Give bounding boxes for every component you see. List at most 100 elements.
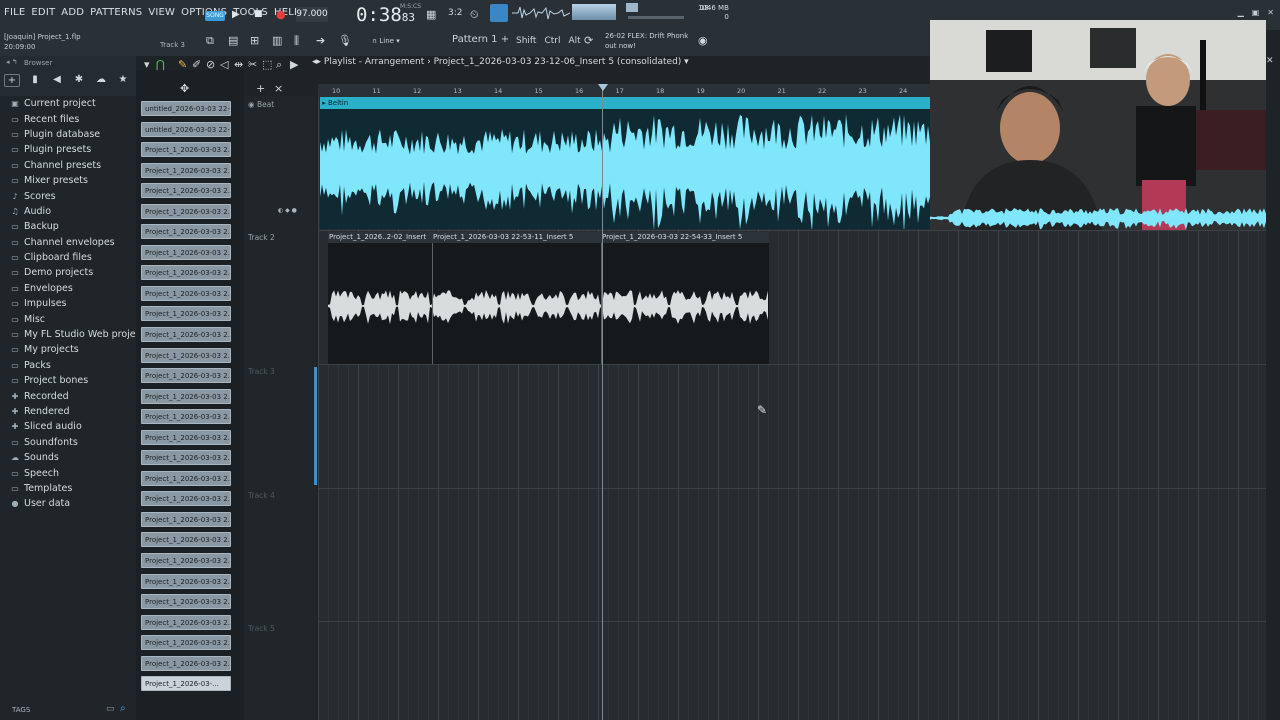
clip-item[interactable]: Project_1_2026-03-03 2... <box>141 553 231 569</box>
track-header-beat[interactable]: ◉ Beat <box>248 100 274 109</box>
clip-item[interactable]: Project_1_2026-03-03 2... <box>141 142 231 158</box>
menu-add[interactable]: ADD <box>61 7 84 18</box>
clip-item[interactable]: Project_1_2026-03-03 2... <box>141 244 231 260</box>
microphone-icon[interactable]: 🎙 <box>338 34 352 47</box>
browser-item[interactable]: ▭ My FL Studio Web projects <box>10 327 149 342</box>
clip-item[interactable]: Project_1_2026-03-03 2... <box>141 306 231 322</box>
browser-item[interactable]: ▭ Plugin database <box>10 127 150 142</box>
playlist-view-icon[interactable]: ▤ <box>228 34 238 47</box>
clip-item[interactable]: Project_1_2026-03-03 2... <box>141 491 231 507</box>
browser-plugin-icon[interactable]: ✱ <box>72 74 86 87</box>
metronome-icon[interactable] <box>490 4 508 22</box>
arrow-right-icon[interactable]: ➔ <box>316 34 325 47</box>
alt-key[interactable]: Alt <box>568 36 580 46</box>
browser-arrows-icon[interactable]: ◂ ↰ <box>6 58 18 66</box>
clip-item[interactable]: Project_1_2026-03-03 2... <box>141 450 231 466</box>
clip-item[interactable]: Project_1_2026-03-03 2... <box>141 532 231 548</box>
audio-clip-beat[interactable] <box>320 97 930 229</box>
tempo-display[interactable]: 97.000 <box>296 7 328 22</box>
playhead-marker-icon[interactable] <box>598 84 608 91</box>
browser-item[interactable]: ● User data <box>10 496 150 511</box>
draw-tool-icon[interactable]: ✎ <box>178 58 187 71</box>
remove-track-icon[interactable]: × <box>274 82 283 95</box>
browser-item[interactable]: ▭ Backup <box>10 219 150 234</box>
wait-icon[interactable]: ⏲ <box>470 8 479 22</box>
browser-item[interactable]: ♫ Audio <box>10 204 150 219</box>
browser-item[interactable]: ▭ Demo projects <box>10 265 150 280</box>
clip-item[interactable]: Project_1_2026-03-03 2... <box>141 368 231 384</box>
browser-item[interactable]: ♪ Scores <box>10 188 150 203</box>
playlist-menu-icon[interactable]: ▾ <box>144 58 150 71</box>
add-track-icon[interactable]: + <box>256 82 265 95</box>
play-icon[interactable]: ▶ <box>232 9 240 20</box>
slice-tool-icon[interactable]: ✂ <box>248 58 257 71</box>
mute-tool-icon[interactable]: ◁ <box>220 58 228 71</box>
clip-item[interactable]: Project_1_2026-03-03 2... <box>141 573 231 589</box>
beat-clip-header[interactable]: ▸ Beltin <box>320 97 930 109</box>
clip-item[interactable]: Project_1_2026-03-03 2... <box>141 635 231 651</box>
song-mode-toggle[interactable]: SONG <box>205 11 225 21</box>
browser-all-icon[interactable]: + <box>4 74 20 87</box>
plus-icon[interactable]: + <box>501 34 509 45</box>
chevron-down-icon[interactable]: ▾ <box>684 57 689 67</box>
browser-item[interactable]: ☁ Sounds <box>10 450 150 465</box>
browser-item[interactable]: ▭ Envelopes <box>10 281 150 296</box>
browser-item[interactable]: ▭ Templates <box>10 481 150 496</box>
clip-item[interactable]: Project_1_2026-03-03 2... <box>141 388 231 404</box>
browser-item[interactable]: ✚ Recorded <box>10 388 150 403</box>
clip-item[interactable]: Project_1_2026-03-03 2... <box>141 224 231 240</box>
step-icon[interactable]: 3:2 <box>448 8 462 18</box>
track-controls-icon[interactable]: ◐ ◆ ● <box>278 207 297 214</box>
snap-icon[interactable]: ⧉ <box>206 34 214 48</box>
browser-item[interactable]: ▭ Channel envelopes <box>10 235 150 250</box>
clip-item[interactable]: Project_1_2026-03-03 2... <box>141 265 231 281</box>
audio-clip-vocals[interactable] <box>328 232 769 364</box>
clip-item[interactable]: untitled_2026-03-03 22-... <box>141 101 231 116</box>
browser-item[interactable]: ▭ Mixer presets <box>10 173 150 188</box>
close-icon[interactable]: ✕ <box>1267 8 1274 17</box>
minimize-icon[interactable]: ▁ <box>1238 8 1244 17</box>
snap-mode-select[interactable]: ∩ Line ▾ <box>372 37 400 45</box>
clip-item[interactable]: Project_1_2026-03-03 2... <box>141 409 231 425</box>
slip-tool-icon[interactable]: ⇹ <box>234 58 243 71</box>
stop-icon[interactable]: ■ <box>254 9 263 19</box>
browser-item[interactable]: ✚ Sliced audio <box>10 419 150 434</box>
mixer-icon[interactable]: ⫼ <box>294 34 299 48</box>
news-icon[interactable]: ⟳ <box>584 34 593 47</box>
pattern-selector[interactable]: Pattern 1 + <box>452 34 509 45</box>
menu-patterns[interactable]: PATTERNS <box>90 7 142 18</box>
timeline-ruler[interactable]: 10 11 12 13 14 15 16 17 18 19 20 21 22 23 24 <box>318 84 930 97</box>
news-panel[interactable]: 26-02 FLEX: Drift Phonk out now! <box>605 31 688 51</box>
browser-item[interactable]: ▭ Clipboard files <box>10 250 150 265</box>
playlist-close-icon[interactable]: ✕ <box>1266 56 1280 70</box>
browser-item[interactable]: ✚ Rendered <box>10 404 150 419</box>
browser-item[interactable]: ▭ Project bones <box>10 373 150 388</box>
menu-view[interactable]: VIEW <box>148 7 175 18</box>
channel-rack-icon[interactable]: ⊞ <box>250 34 259 47</box>
menu-file[interactable]: FILE <box>4 7 25 18</box>
move-icon[interactable]: ✥ <box>180 82 189 95</box>
browser-star-icon[interactable]: ★ <box>116 74 130 87</box>
clip-item[interactable]: Project_1_2026-03-03 2... <box>141 203 231 219</box>
master-volume-slider[interactable] <box>628 16 684 19</box>
browser-item[interactable]: ▭ Misc <box>10 311 150 326</box>
track-header-3[interactable]: Track 3 <box>248 367 275 376</box>
clip-item[interactable]: Project_1_2026-03-... <box>141 676 231 692</box>
clip-item[interactable]: Project_1_2026-03-03 2... <box>141 614 231 630</box>
browser-item[interactable]: ▭ Packs <box>10 358 150 373</box>
clip-title-3[interactable]: Project_1_2026-03-03 22-54-33_Insert 5 <box>602 232 742 243</box>
menu-edit[interactable]: EDIT <box>31 7 55 18</box>
browser-item[interactable]: ▭ Impulses <box>10 296 150 311</box>
browser-cloud-icon[interactable]: ☁ <box>94 74 108 87</box>
browser-item[interactable]: ▣ Current project <box>10 96 150 111</box>
clip-title-2[interactable]: Project_1_2026-03-03 22-53-11_Insert 5 <box>433 232 573 243</box>
browser-back-icon[interactable]: ◀ <box>50 74 64 87</box>
clip-title-1[interactable]: Project_1_2026..2-02_Insert <box>329 232 426 243</box>
clip-item[interactable]: Project_1_2026-03-03 2... <box>141 594 231 610</box>
clip-item[interactable]: Project_1_2026-03-03 2... <box>141 470 231 486</box>
playhead[interactable] <box>602 86 603 720</box>
playback-tool-icon[interactable]: ▶ <box>290 58 298 71</box>
folder-icon[interactable]: ▭ <box>106 704 115 714</box>
clip-item[interactable]: Project_1_2026-03-03 2... <box>141 285 231 301</box>
search-icon[interactable]: ⌕ <box>120 703 126 714</box>
